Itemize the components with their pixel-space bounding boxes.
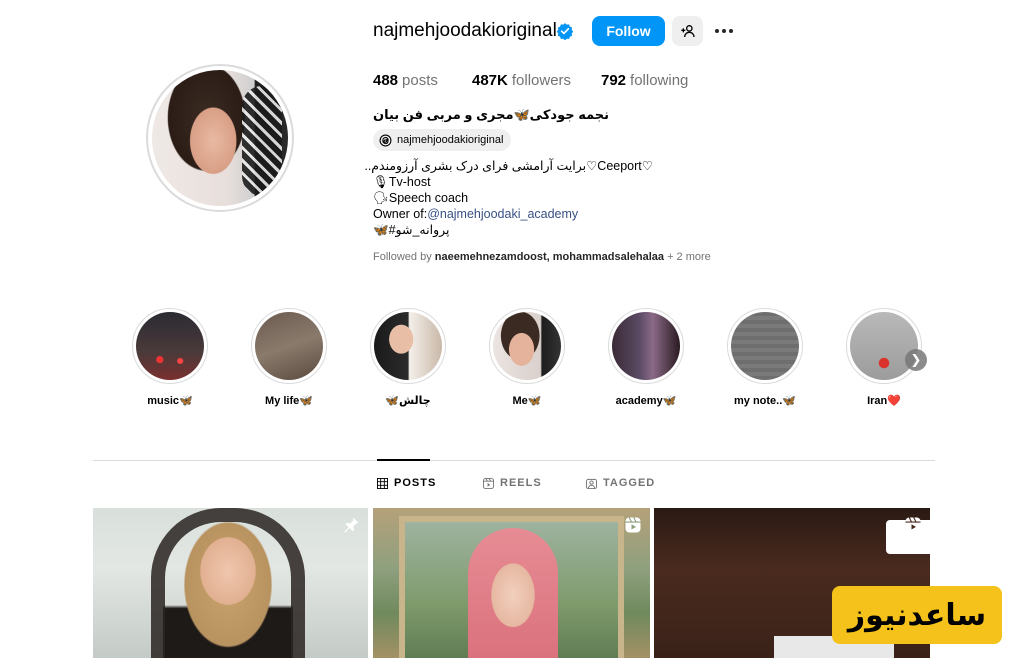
highlight-me[interactable]: Me🦋	[489, 308, 565, 407]
followed-by[interactable]: Followed by naeemehnezamdoost, mohammads…	[373, 251, 711, 263]
follow-button[interactable]: Follow	[592, 16, 665, 46]
suggested-users-button[interactable]	[672, 16, 703, 46]
tab-label: REELS	[500, 477, 542, 489]
highlight-challenge[interactable]: 🦋چالش	[370, 308, 446, 407]
reel-post-icon	[905, 517, 921, 533]
avatar-image	[152, 70, 288, 206]
highlight-cover	[136, 312, 204, 380]
reel-post-icon	[625, 517, 641, 533]
more-options-icon[interactable]	[711, 20, 737, 42]
reels-icon	[483, 477, 494, 489]
followers-label: followers	[511, 72, 572, 89]
highlight-my-life[interactable]: My life🦋	[251, 308, 327, 407]
academy-link[interactable]: @najmehjoodaki_academy	[427, 207, 578, 221]
posts-count: 488	[373, 72, 399, 89]
following-count: 792	[601, 72, 627, 89]
highlight-cover	[255, 312, 323, 380]
highlight-academy[interactable]: academy🦋	[608, 308, 684, 407]
bio-line-5: 🦋#پروانه_شو	[373, 223, 450, 237]
followed-by-prefix: Followed by	[373, 251, 432, 263]
highlight-label: Me🦋	[512, 395, 542, 407]
bio-line-2: 🎙Tv-host	[373, 175, 431, 189]
tab-label: POSTS	[394, 477, 437, 489]
tab-reels[interactable]: REELS	[483, 477, 542, 489]
watermark-logo: ساعدنیوز	[832, 586, 1002, 644]
followers-stat[interactable]: 487K followers	[472, 72, 571, 89]
followers-count: 487K	[472, 72, 508, 89]
profile-avatar[interactable]	[146, 64, 294, 212]
posts-label: posts	[402, 72, 438, 89]
highlight-label: My life🦋	[265, 395, 313, 407]
bio-owner-prefix: Owner of:	[373, 207, 428, 221]
highlight-label: my note..🦋	[734, 395, 796, 407]
highlight-label: 🦋چالش	[385, 395, 431, 407]
highlight-label: academy🦋	[615, 395, 677, 407]
highlight-cover	[612, 312, 680, 380]
highlight-cover	[731, 312, 799, 380]
followed-by-more: + 2 more	[667, 251, 711, 263]
highlight-label: music🦋	[147, 395, 193, 407]
threads-handle: najmehjoodakioriginal	[397, 134, 504, 146]
tabs-divider	[93, 460, 935, 461]
tab-tagged[interactable]: TAGGED	[586, 477, 655, 489]
following-label: following	[630, 72, 689, 89]
add-user-icon	[680, 25, 695, 38]
bio-line-1: ♡Ceeport♡برایت آرامشی فرای درک بشری آرزو…	[364, 159, 653, 173]
bio-line-3: 🗣Speech coach	[373, 191, 469, 205]
highlight-my-note[interactable]: my note..🦋	[727, 308, 803, 407]
highlight-cover	[374, 312, 442, 380]
post-tile[interactable]	[373, 508, 650, 658]
post-tile[interactable]	[93, 508, 368, 658]
following-stat[interactable]: 792 following	[601, 72, 688, 89]
chevron-right-icon[interactable]: ❯	[905, 349, 927, 371]
bio-line-4: Owner of:@najmehjoodaki_academy	[373, 207, 578, 222]
pin-icon	[344, 517, 359, 533]
threads-link[interactable]: najmehjoodakioriginal	[373, 129, 512, 151]
tab-label: TAGGED	[603, 477, 656, 489]
highlight-cover	[493, 312, 561, 380]
verified-badge-icon	[556, 23, 574, 40]
highlight-music[interactable]: music🦋	[132, 308, 208, 407]
profile-full-name: نجمه جودکی🦋مجری و مربی فن بیان	[373, 107, 610, 122]
followed-by-names: naeemehnezamdoost, mohammadsalehalaa	[434, 251, 665, 263]
highlight-cover	[850, 312, 918, 380]
tagged-icon	[586, 478, 597, 489]
threads-icon	[379, 134, 392, 146]
posts-stat: 488 posts	[373, 72, 438, 89]
highlight-label: Iran❤️	[867, 395, 901, 407]
grid-icon	[377, 477, 388, 489]
tab-posts[interactable]: POSTS	[377, 477, 436, 489]
profile-username: najmehjoodakioriginal	[373, 20, 557, 41]
active-tab-indicator	[377, 459, 430, 461]
